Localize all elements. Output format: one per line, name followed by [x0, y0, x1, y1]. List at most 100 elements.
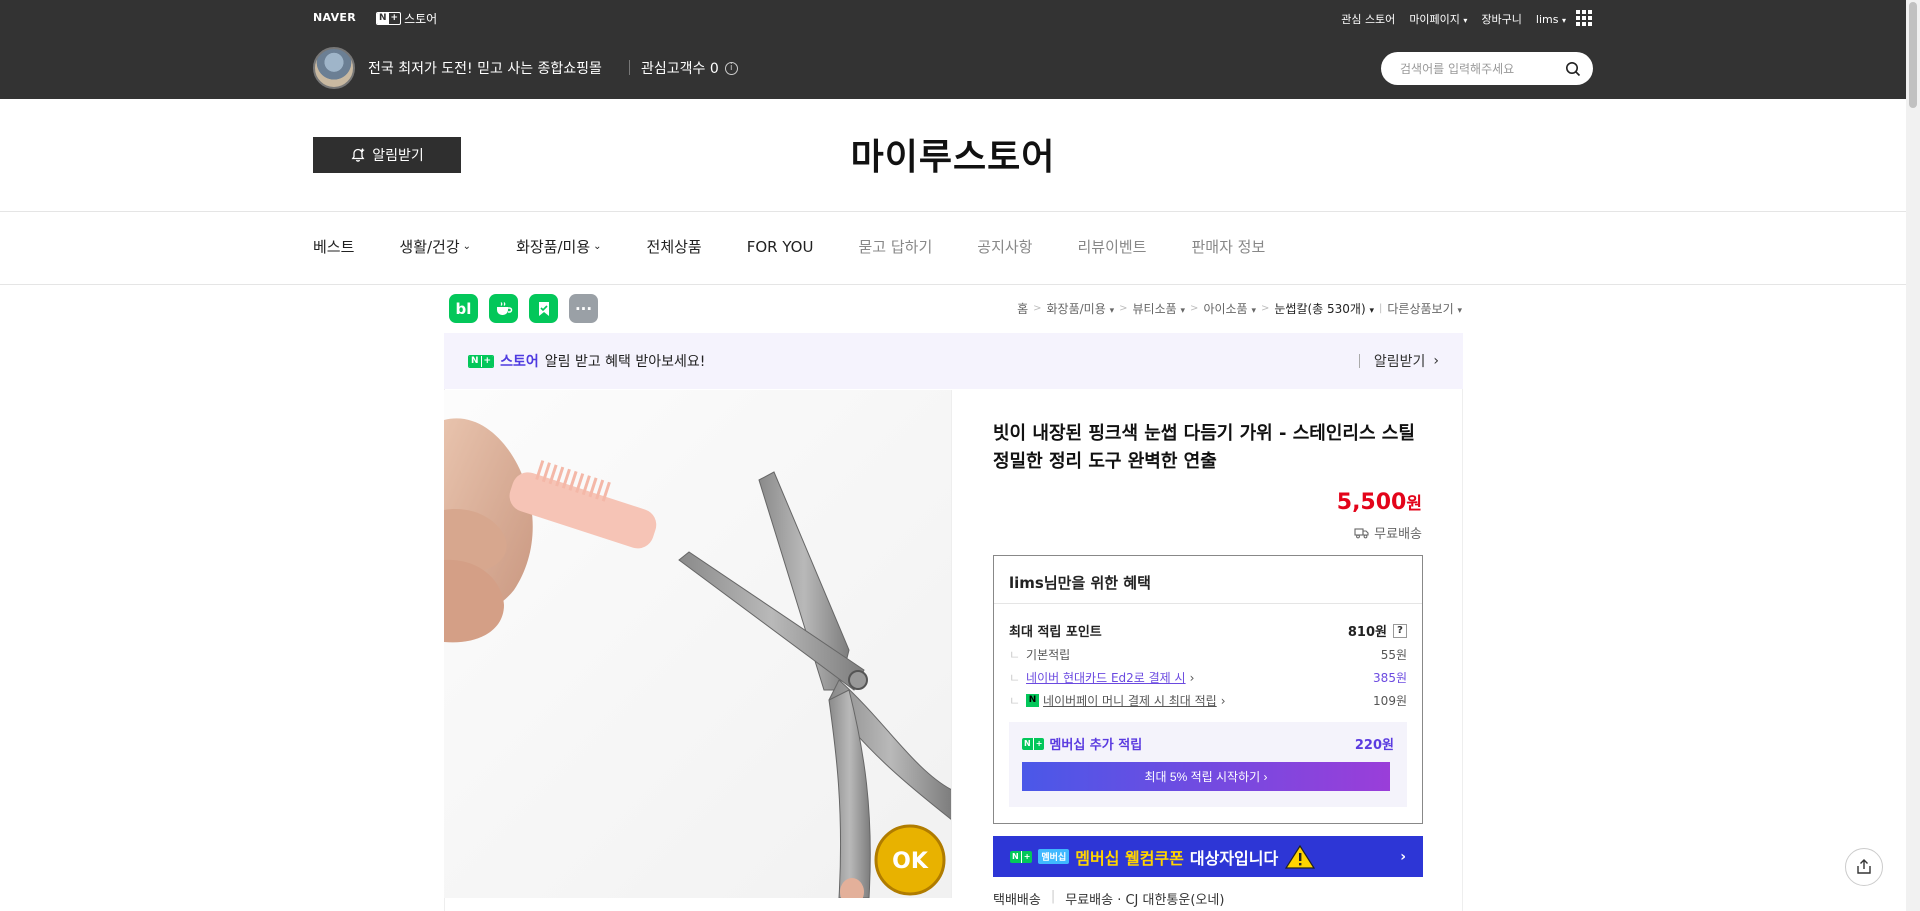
- promo-left: N + 스토어 알림 받고 혜택 받아보세요!: [468, 351, 705, 371]
- nplus-badge: N +: [1022, 737, 1045, 750]
- other-products-link[interactable]: 다른상품보기 ▾: [1387, 300, 1462, 317]
- breadcrumb-beauty-tools[interactable]: 뷰티소품 ▾: [1133, 300, 1186, 317]
- blog-icon: bl: [455, 299, 472, 318]
- chevron-right-icon: >: [1190, 303, 1199, 314]
- npay-points-link[interactable]: 네이버페이 머니 결제 시 최대 적립: [1043, 692, 1217, 709]
- apps-grid-icon[interactable]: [1576, 10, 1592, 26]
- blog-share-button[interactable]: bl: [449, 294, 478, 323]
- nplus-badge: N +: [1010, 850, 1033, 863]
- benefit-header: lims님만을 위한 혜택: [994, 556, 1422, 604]
- nav-best[interactable]: 베스트: [313, 236, 354, 257]
- scrollbar-thumb[interactable]: [1909, 2, 1917, 108]
- price-unit: 원: [1406, 494, 1422, 514]
- nplus-badge: N +: [468, 354, 495, 368]
- cart-link[interactable]: 장바구니: [1481, 11, 1521, 27]
- breadcrumb-label: 다른상품보기: [1387, 302, 1454, 316]
- share-button[interactable]: [1845, 848, 1883, 886]
- breadcrumb-current[interactable]: 눈썹칼(총 530개) ▾: [1274, 300, 1374, 317]
- nav-cosmetics[interactable]: 화장품/미용 ⌄: [516, 236, 601, 257]
- category-nav: 베스트 생활/건강 ⌄ 화장품/미용 ⌄ 전체상품 FOR YOU 묻고 답하기 공…: [313, 236, 1310, 257]
- bookmark-icon: [537, 301, 551, 317]
- nav-label: FOR YOU: [746, 237, 814, 256]
- scrollbar-track[interactable]: [1906, 0, 1920, 911]
- mypage-link[interactable]: 마이페이지 ▾: [1409, 11, 1467, 27]
- nav-label: 리뷰이벤트: [1077, 238, 1147, 256]
- breadcrumb-label: 뷰티소품: [1132, 302, 1177, 316]
- fav-store-link[interactable]: 관심 스토어: [1341, 11, 1395, 27]
- membership-badge: 멤버십: [1038, 849, 1070, 864]
- caret-down-icon: ▾: [1457, 306, 1462, 316]
- promo-action-label: 알림받기: [1373, 354, 1426, 370]
- nav-for-you[interactable]: FOR YOU: [747, 236, 814, 257]
- product-title: 빗이 내장된 핑크색 눈썹 다듬기 가위 - 스테인리스 스틸 정밀한 정리 도…: [993, 423, 1415, 472]
- user-menu[interactable]: lims ▾: [1536, 13, 1566, 26]
- username-label: lims: [1535, 12, 1559, 26]
- basic-points-label: 기본적립: [1026, 648, 1071, 662]
- divider: |: [1379, 303, 1383, 314]
- delivery-detail: 무료배송 · CJ 대한통운(오네): [1065, 893, 1225, 908]
- product-image[interactable]: OK: [444, 390, 952, 898]
- top-header: NAVER N + 스토어 관심 스토어 마이페이지 ▾ 장바구니 lims ▾…: [0, 0, 1920, 99]
- chevron-right-icon: >: [1260, 303, 1270, 314]
- caret-down-icon: ▾: [1109, 306, 1115, 316]
- store-avatar[interactable]: [313, 47, 355, 89]
- help-icon[interactable]: ?: [1393, 623, 1407, 638]
- search-input[interactable]: [1400, 61, 1560, 76]
- nplus-badge: N +: [376, 12, 402, 25]
- caret-down-icon: ▾: [1180, 306, 1186, 316]
- nav-qna[interactable]: 묻고 답하기: [858, 236, 932, 257]
- welcome-coupon-banner[interactable]: N + 멤버십 멤버십 웰컴쿠폰 대상자입니다 ›: [993, 836, 1423, 877]
- cafe-share-button[interactable]: [489, 294, 518, 323]
- card-points-link[interactable]: 네이버 현대카드 Ed2로 결제 시: [1026, 669, 1186, 686]
- membership-value: 220원: [1354, 738, 1394, 753]
- benefit-username: lims: [1009, 574, 1044, 592]
- naver-store-logo[interactable]: N + 스토어: [376, 10, 437, 27]
- bookmark-share-button[interactable]: [529, 294, 558, 323]
- plus-mark: +: [480, 355, 494, 367]
- plus-mark: +: [390, 13, 399, 23]
- more-share-button[interactable]: ···: [569, 294, 598, 323]
- welcome-highlight: 멤버십 웰컴쿠폰: [1075, 848, 1184, 868]
- store-description: 전국 최저가 도전! 믿고 사는 종합쇼핑몰: [368, 61, 602, 77]
- tree-branch-icon: ㄴ: [1009, 694, 1021, 708]
- ok-seal: OK: [892, 849, 929, 874]
- store-title[interactable]: 마이루스토어: [0, 128, 1906, 180]
- max-points-label: 최대 적립 포인트: [1009, 625, 1102, 640]
- nav-living-health[interactable]: 생활/건강 ⌄: [399, 236, 471, 257]
- top-links: 관심 스토어 마이페이지 ▾ 장바구니 lims ▾: [1341, 11, 1566, 27]
- nav-all-products[interactable]: 전체상품: [647, 236, 702, 257]
- product-price: 5,500원: [1337, 489, 1422, 515]
- npay-points-row: ㄴ N 네이버페이 머니 결제 시 최대 적립 › 109원: [1009, 692, 1407, 709]
- nav-seller-info[interactable]: 판매자 정보: [1191, 236, 1265, 257]
- chevron-right-icon: >: [1119, 303, 1128, 314]
- divider: [0, 284, 1906, 285]
- membership-row: N + 멤버십 추가 적립 220원: [1022, 734, 1394, 753]
- divider: [1358, 354, 1360, 368]
- alarm-promo-banner[interactable]: N + 스토어 알림 받고 혜택 받아보세요! 알림받기 ›: [444, 333, 1463, 389]
- info-icon[interactable]: i: [724, 61, 738, 75]
- nav-label: 화장품/미용: [516, 238, 591, 256]
- breadcrumb-cosmetics[interactable]: 화장품/미용 ▾: [1047, 300, 1115, 317]
- basic-points-value: 55원: [1380, 648, 1407, 662]
- more-dots-icon: ···: [574, 299, 593, 318]
- nav-label: 생활/건강: [399, 238, 460, 256]
- nav-notice[interactable]: 공지사항: [977, 236, 1032, 257]
- delivery-type: 택배배송: [993, 893, 1041, 908]
- max-points-row: 최대 적립 포인트 810원 ?: [1009, 621, 1407, 640]
- membership-start-button[interactable]: 최대 5% 적립 시작하기 ›: [1022, 762, 1390, 791]
- naver-store-label: 스토어: [404, 12, 438, 26]
- breadcrumb: 홈 > 화장품/미용 ▾ > 뷰티소품 ▾ > 아이소품 ▾ > 눈썹칼(총 5…: [1017, 300, 1462, 317]
- breadcrumb-eye-tools[interactable]: 아이소품 ▾: [1203, 300, 1256, 317]
- caret-down-icon: ▾: [1561, 15, 1566, 25]
- search-icon[interactable]: [1565, 61, 1581, 77]
- nav-review-event[interactable]: 리뷰이벤트: [1077, 236, 1146, 257]
- shipping-label: 무료배송: [1374, 527, 1422, 542]
- warning-icon: [1284, 844, 1316, 870]
- naver-logo[interactable]: NAVER: [313, 11, 356, 24]
- promo-alarm-action[interactable]: 알림받기 ›: [1358, 351, 1439, 371]
- nav-label: 묻고 답하기: [858, 238, 933, 256]
- basic-points-row: ㄴ 기본적립 55원: [1009, 646, 1407, 663]
- card-points-value: 385원: [1373, 671, 1407, 685]
- divider: |: [1050, 889, 1056, 904]
- breadcrumb-home[interactable]: 홈: [1017, 300, 1028, 317]
